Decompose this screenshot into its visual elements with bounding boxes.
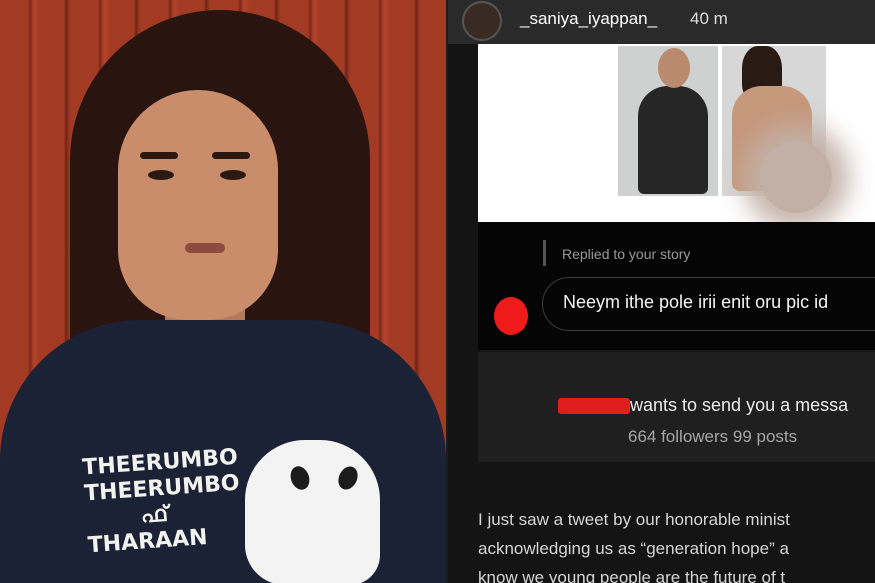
shirt-print: THEERUMBO THEERUMBO ഫ് THARAAN [82, 445, 245, 560]
blur-censor [760, 141, 832, 213]
story-thumbnail-blurred [722, 46, 832, 213]
post-line: acknowledging us as “generation hope” a [478, 539, 789, 558]
message-request-card[interactable]: wants to send you a messa 664 followers … [478, 352, 875, 462]
username[interactable]: _saniya_iyappan_ [520, 9, 657, 29]
reply-indicator-bar [543, 240, 546, 266]
ghost-left-eye [287, 463, 313, 493]
face [118, 90, 278, 320]
post-text: I just saw a tweet by our honorable mini… [478, 505, 875, 583]
story-reply: Replied to your story Neeym ithe pole ir… [478, 222, 875, 350]
thumbnail-figure-body [638, 86, 708, 194]
left-eye [148, 170, 174, 180]
left-eyebrow [140, 152, 178, 159]
right-eye [220, 170, 246, 180]
ghost-graphic [245, 440, 380, 583]
right-eyebrow [212, 152, 250, 159]
replied-label: Replied to your story [562, 246, 691, 262]
post-line: I just saw a tweet by our honorable mini… [478, 510, 790, 529]
request-stats: 664 followers 99 posts [628, 427, 798, 446]
portrait-photo: THEERUMBO THEERUMBO ഫ് THARAAN [0, 0, 446, 583]
redacted-username [558, 398, 630, 414]
profile-avatar[interactable] [462, 1, 502, 41]
message-text: Neeym ithe pole irii enit oru pic id [563, 292, 829, 312]
story-header: _saniya_iyappan_ 40 m [448, 0, 875, 44]
thumbnail-figure-head [658, 48, 690, 88]
request-text: wants to send you a messa [630, 395, 849, 415]
timestamp: 40 m [690, 9, 728, 28]
ghost-right-eye [334, 463, 362, 493]
story-screenshot: _saniya_iyappan_ 40 m Replied to your st… [448, 0, 875, 583]
message-bubble[interactable]: Neeym ithe pole irii enit oru pic id [542, 277, 875, 331]
story-thumbnail-clothed [618, 46, 718, 196]
lips [185, 243, 225, 253]
redacted-avatar [494, 297, 528, 335]
shared-story-image [478, 44, 875, 222]
post-line: know we young people are the future of t [478, 568, 786, 583]
